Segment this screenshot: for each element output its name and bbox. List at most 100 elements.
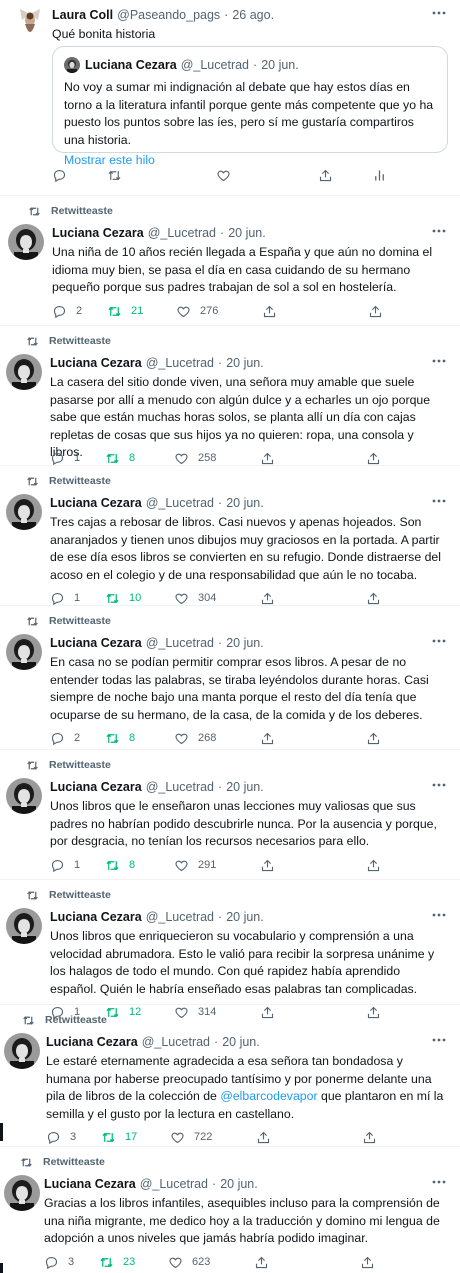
author-handle[interactable]: @Paseando_pags [117, 6, 220, 24]
like-button[interactable]: 623 [168, 1253, 210, 1271]
reply-button[interactable]: 2 [52, 302, 82, 320]
like-button[interactable]: 722 [170, 1128, 212, 1146]
tweet-date[interactable]: 20 jun. [226, 778, 264, 796]
like-button[interactable]: 258 [174, 449, 216, 467]
avatar-luciana[interactable] [6, 778, 42, 814]
avatar-luciana[interactable] [6, 908, 42, 944]
avatar-luciana[interactable] [4, 1033, 40, 1069]
avatar-luciana[interactable] [6, 354, 42, 390]
retweet-button[interactable]: 21 [107, 302, 143, 320]
mention-link[interactable]: @elbarcodevapor [220, 1089, 317, 1103]
tweet-text: Una niña de 10 años recién llegada a Esp… [52, 244, 446, 297]
analytics-button[interactable] [362, 1130, 377, 1145]
author-name[interactable]: Luciana Cezara [50, 354, 142, 372]
author-handle[interactable]: @_Lucetrad [140, 1175, 208, 1193]
like-button[interactable]: 304 [174, 589, 216, 607]
more-options-icon[interactable] [430, 352, 448, 370]
tweet-thread-item[interactable]: Retwitteaste Luciana Cezara @_Lucetrad · 20 … [0, 880, 460, 1019]
reply-button[interactable]: 2 [50, 729, 80, 747]
more-options-icon[interactable] [430, 1173, 448, 1191]
analytics-button[interactable] [360, 1255, 375, 1270]
analytics-button[interactable] [366, 858, 381, 873]
author-name[interactable]: Laura Coll [52, 6, 113, 24]
avatar-luciana[interactable] [4, 1175, 40, 1211]
author-handle[interactable]: @_Lucetrad [146, 778, 214, 796]
tweet-thread-item[interactable]: Retwitteaste Luciana Cezara @_Lucetrad · 20 … [0, 466, 460, 606]
quoted-tweet[interactable]: Luciana Cezara @_Lucetrad · 20 jun. No v… [52, 46, 448, 167]
tweet-date[interactable]: 20 jun. [226, 494, 264, 512]
author-name[interactable]: Luciana Cezara [50, 634, 142, 652]
more-options-icon[interactable] [430, 632, 448, 650]
like-button[interactable] [216, 168, 231, 183]
tweet-thread-item[interactable]: Retwitteaste Luciana Cezara @_Lucetrad · 20 … [0, 1147, 460, 1273]
reply-button[interactable]: 1 [50, 589, 80, 607]
retweet-button[interactable] [107, 168, 122, 183]
share-button[interactable] [254, 1255, 269, 1270]
more-options-icon[interactable] [430, 1031, 448, 1049]
share-button[interactable] [260, 858, 275, 873]
reply-button[interactable] [52, 168, 67, 183]
author-name[interactable]: Luciana Cezara [50, 494, 142, 512]
share-button[interactable] [262, 304, 277, 319]
reply-button[interactable]: 3 [46, 1128, 76, 1146]
more-options-icon[interactable] [430, 906, 448, 924]
author-name[interactable]: Luciana Cezara [46, 1033, 138, 1051]
author-handle[interactable]: @_Lucetrad [146, 634, 214, 652]
tweet-date[interactable]: 20 jun. [228, 224, 266, 242]
analytics-button[interactable] [366, 451, 381, 466]
tweet-thread-item[interactable]: Retwitteaste Luciana Cezara @_Lucetrad · 20 … [0, 196, 460, 326]
tweet-date[interactable]: 20 jun. [220, 1175, 258, 1193]
retweet-button[interactable]: 8 [105, 449, 135, 467]
more-options-icon[interactable] [430, 492, 448, 510]
author-handle[interactable]: @_Lucetrad [146, 494, 214, 512]
like-button[interactable]: 268 [174, 729, 216, 747]
more-options-icon[interactable] [430, 222, 448, 240]
tweet-quote[interactable]: Laura Coll @Paseando_pags · 26 ago. Qué … [0, 0, 460, 196]
retweeted-indicator: Retwitteaste [26, 474, 111, 488]
share-button[interactable] [260, 591, 275, 606]
author-handle[interactable]: @_Lucetrad [148, 224, 216, 242]
author-name[interactable]: Luciana Cezara [52, 224, 144, 242]
analytics-button[interactable] [372, 168, 387, 183]
analytics-button[interactable] [366, 731, 381, 746]
tweet-date[interactable]: 20 jun. [226, 908, 264, 926]
share-button[interactable] [318, 168, 333, 183]
more-options-icon[interactable] [430, 4, 448, 22]
share-button[interactable] [256, 1130, 271, 1145]
tweet-date[interactable]: 20 jun. [226, 354, 264, 372]
avatar-luciana[interactable] [6, 634, 42, 670]
tweet-thread-item[interactable]: Retwitteaste Luciana Cezara @_Lucetrad · 20 … [0, 1005, 460, 1147]
author-name[interactable]: Luciana Cezara [44, 1175, 136, 1193]
analytics-button[interactable] [368, 304, 383, 319]
tweet-thread-item[interactable]: Retwitteaste Luciana Cezara @_Lucetrad · 20 … [0, 750, 460, 880]
avatar-luciana[interactable] [8, 224, 44, 260]
avatar-laura[interactable] [12, 6, 40, 42]
author-handle[interactable]: @_Lucetrad [142, 1033, 210, 1051]
like-button[interactable]: 291 [174, 856, 216, 874]
tweet-date[interactable]: 20 jun. [226, 634, 264, 652]
retweet-button[interactable]: 8 [105, 856, 135, 874]
retweet-button[interactable]: 8 [105, 729, 135, 747]
avatar-luciana[interactable] [6, 494, 42, 530]
tweet-date[interactable]: 26 ago. [232, 6, 274, 24]
tweet-thread-item[interactable]: Retwitteaste Luciana Cezara @_Lucetrad · 20 … [0, 326, 460, 466]
like-button[interactable]: 276 [176, 302, 218, 320]
retweet-button[interactable]: 10 [105, 589, 141, 607]
analytics-icon [369, 305, 382, 317]
reply-button[interactable]: 3 [44, 1253, 74, 1271]
share-button[interactable] [260, 731, 275, 746]
author-name[interactable]: Luciana Cezara [50, 908, 142, 926]
share-button[interactable] [260, 451, 275, 466]
reply-button[interactable]: 1 [50, 856, 80, 874]
author-name[interactable]: Luciana Cezara [50, 778, 142, 796]
author-handle[interactable]: @_Lucetrad [146, 908, 214, 926]
retweet-button[interactable]: 23 [99, 1253, 135, 1271]
share-icon [255, 1256, 268, 1268]
retweet-button[interactable]: 17 [101, 1128, 137, 1146]
more-options-icon[interactable] [430, 776, 448, 794]
analytics-button[interactable] [366, 591, 381, 606]
reply-button[interactable]: 1 [50, 449, 80, 467]
tweet-date[interactable]: 20 jun. [222, 1033, 260, 1051]
author-handle[interactable]: @_Lucetrad [146, 354, 214, 372]
tweet-thread-item[interactable]: Retwitteaste Luciana Cezara @_Lucetrad · 20 … [0, 606, 460, 750]
